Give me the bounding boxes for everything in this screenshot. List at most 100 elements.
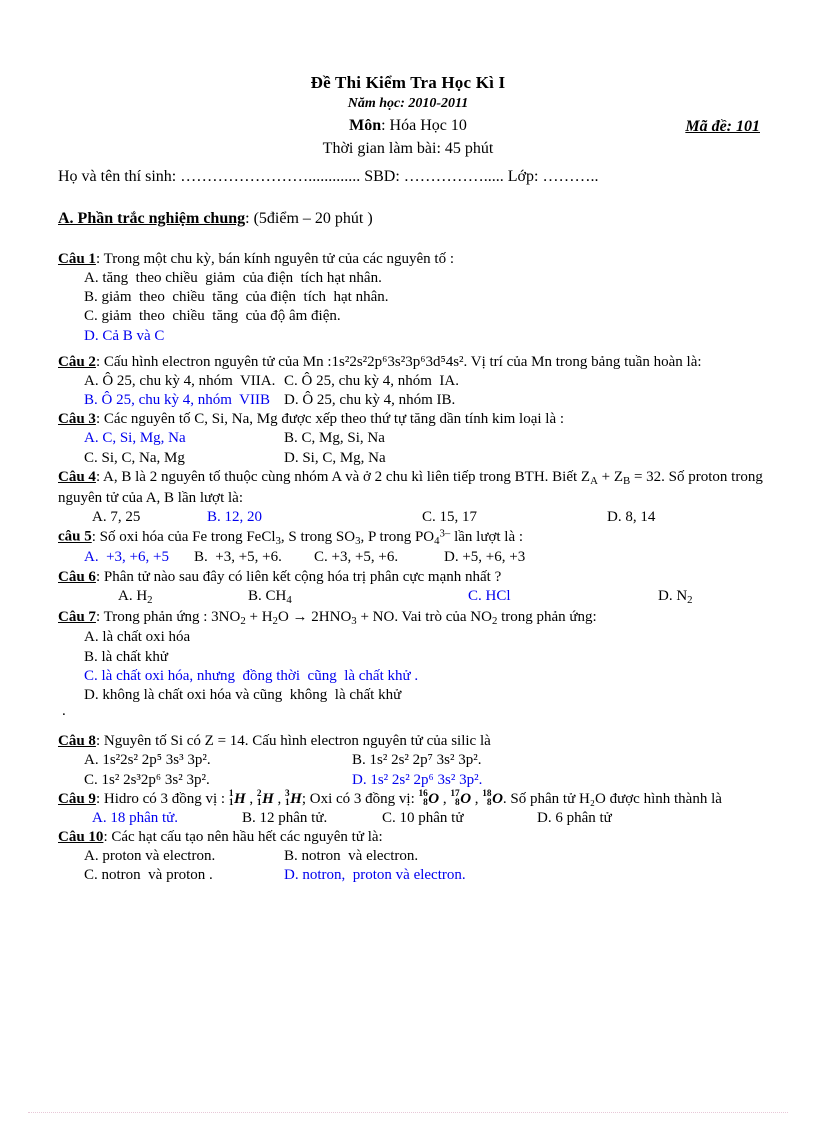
question-block: Câu 9: Hidro có 3 đồng vị : 11H , 21H , … <box>58 790 764 828</box>
question-stem-text: : Số oxi hóa của Fe trong FeCl3, S trong… <box>91 527 524 547</box>
question-label: Câu 6 <box>58 568 96 585</box>
answer-option[interactable]: D. +5, +6, +3 <box>444 548 525 567</box>
question-block: Câu 6: Phân tử nào sau đây có liên kết c… <box>58 568 764 608</box>
answer-option-row: A. +3, +6, +5 B. +3, +5, +6. C. +3, +5, +6… <box>84 548 764 567</box>
answer-option-row: A. proton và electron. B. notron và elect… <box>84 847 764 866</box>
question-stem-text: : Các hạt cấu tạo nên hầu hết các nguyên… <box>103 829 383 846</box>
answer-option[interactable]: A. tăng theo chiều giảm của điện tích hạ… <box>84 269 764 288</box>
question-stem: Câu 4: A, B là 2 nguyên tố thuộc cùng nh… <box>58 468 764 508</box>
answer-option[interactable]: B. +3, +5, +6. <box>194 548 314 567</box>
answer-option-row: A. C, Si, Mg, Na B. C, Mg, Si, Na <box>84 429 764 448</box>
footer-divider <box>28 1112 788 1113</box>
answer-option[interactable]: D. 1s² 2s² 2p⁶ 3s² 3p². <box>352 771 482 790</box>
question-label: Câu 3 <box>58 411 96 428</box>
question-label: Câu 10 <box>58 829 104 846</box>
answer-option-row: A. 7, 25 B. 12, 20 C. 15, 17 D. 8, 14 <box>92 508 764 527</box>
question-stem-text: : Trong phản ứng : 3NO2 + H2O → 2HNO3 + … <box>95 608 597 627</box>
question-block: câu 5: Số oxi hóa của Fe trong FeCl3, S … <box>58 527 764 568</box>
answer-option-row: C. Si, C, Na, Mg D. Si, C, Mg, Na <box>84 449 764 468</box>
question-label: Câu 2 <box>58 353 96 370</box>
question-stem: Câu 10: Các hạt cấu tạo nên hầu hết các … <box>58 828 764 847</box>
question-label: Câu 4 <box>58 468 96 485</box>
question-label: câu 5 <box>58 528 92 545</box>
answer-option[interactable]: C. 15, 17 <box>422 508 607 527</box>
answer-option[interactable]: B. C, Mg, Si, Na <box>284 429 385 448</box>
answer-option[interactable]: D. 8, 14 <box>607 508 655 527</box>
question-stem-text: : Hidro có 3 đồng vị : 11H , 21H , 3 1 H; … <box>95 789 722 809</box>
answer-option[interactable]: B. CH4 <box>248 587 468 608</box>
answer-option[interactable]: A. +3, +6, +5 <box>84 548 194 567</box>
answer-option[interactable]: C. notron và proton . <box>84 866 284 885</box>
question-stem-text: : Nguyên tố Si có Z = 14. Cấu hình elect… <box>95 733 491 750</box>
subject-row: Môn: Hóa Học 10 Mã đề: 101 <box>0 116 816 136</box>
question-stem: Câu 7: Trong phản ứng : 3NO2 + H2O → 2HN… <box>58 608 764 629</box>
answer-option-row: A. H2 B. CH4 C. HCl D. N2 <box>118 587 764 608</box>
question-label: Câu 8 <box>58 733 96 750</box>
answer-option[interactable]: C. +3, +5, +6. <box>314 548 444 567</box>
answer-option[interactable]: B. 12 phân tử. <box>242 809 382 828</box>
question-stem-text: : Phân tử nào sau đây có liên kết cộng h… <box>95 568 502 585</box>
exam-code: Mã đề: 101 <box>685 117 760 135</box>
section-header: A. Phần trắc nghiệm chung: (5điểm – 20 p… <box>58 210 816 228</box>
answer-option[interactable]: A. là chất oxi hóa <box>84 628 764 647</box>
answer-option[interactable]: A. 18 phân tử. <box>92 809 242 828</box>
answer-option-row: C. 1s² 2s³2p⁶ 3s² 3p². D. 1s² 2s² 2p⁶ 3s²… <box>84 771 764 790</box>
question-block: Câu 7: Trong phản ứng : 3NO2 + H2O → 2HN… <box>58 608 764 706</box>
question-block: Câu 8: Nguyên tố Si có Z = 14. Cấu hình … <box>58 732 764 790</box>
answer-option[interactable]: A. C, Si, Mg, Na <box>84 429 284 448</box>
question-stem-text: : Trong một chu kỳ, bán kính nguyên tử c… <box>95 250 455 267</box>
question-label: Câu 7 <box>58 608 96 625</box>
answer-option[interactable]: A. Ô 25, chu kỳ 4, nhóm VIIA. <box>84 372 284 391</box>
page-title: Đề Thi Kiểm Tra Học Kì I <box>310 73 506 92</box>
answer-option[interactable]: A. 1s²2s² 2p⁵ 3s³ 3p². <box>84 751 352 770</box>
answer-option[interactable]: A. 7, 25 <box>92 508 207 527</box>
exam-page: Đề Thi Kiểm Tra Học Kì I Năm học: 2010-2… <box>0 0 816 1123</box>
document-header: Đề Thi Kiểm Tra Học Kì I Năm học: 2010-2… <box>0 0 816 159</box>
answer-option[interactable]: B. là chất khử <box>84 648 764 667</box>
answer-option[interactable]: D. Cả B và C <box>84 327 764 346</box>
question-stem: câu 5: Số oxi hóa của Fe trong FeCl3, S … <box>58 527 764 548</box>
subject-label: Môn <box>349 116 382 134</box>
stray-dot: . <box>62 703 66 720</box>
question-block: Câu 1: Trong một chu kỳ, bán kính nguyên… <box>58 250 764 346</box>
answer-option[interactable]: B. notron và electron. <box>284 847 418 866</box>
answer-option[interactable]: A. H2 <box>118 587 248 608</box>
answer-option[interactable]: C. HCl <box>468 587 658 608</box>
answer-option[interactable]: B. 1s² 2s² 2p⁷ 3s² 3p². <box>352 751 482 770</box>
candidate-info-line: Họ và tên thí sinh: ……………………............… <box>58 167 599 185</box>
answer-option[interactable]: C. Ô 25, chu kỳ 4, nhóm IA. <box>284 372 459 391</box>
answer-option-row: B. Ô 25, chu kỳ 4, nhóm VIIB D. Ô 25, chu… <box>84 391 764 410</box>
question-stem: Câu 3: Các nguyên tố C, Si, Na, Mg được … <box>58 410 764 429</box>
school-year: Năm học: 2010-2011 <box>347 96 469 112</box>
answer-option[interactable]: D. notron, proton và electron. <box>284 866 466 885</box>
answer-option[interactable]: C. 10 phân tử <box>382 809 537 828</box>
answer-option[interactable]: D. Si, C, Mg, Na <box>284 449 386 468</box>
question-block: Câu 3: Các nguyên tố C, Si, Na, Mg được … <box>58 410 764 468</box>
answer-option[interactable]: B. 12, 20 <box>207 508 422 527</box>
answer-option[interactable]: C. Si, C, Na, Mg <box>84 449 284 468</box>
answer-option[interactable]: C. giảm theo chiều tăng của độ âm điện. <box>84 307 764 326</box>
answer-option[interactable]: D. Ô 25, chu kỳ 4, nhóm IB. <box>284 391 455 410</box>
subject-value: : Hóa Học 10 <box>381 116 467 134</box>
answer-option-row: A. Ô 25, chu kỳ 4, nhóm VIIA. C. Ô 25, ch… <box>84 372 764 391</box>
answer-option[interactable]: D. 6 phân tử <box>537 809 612 828</box>
question-label: Câu 9 <box>58 790 96 807</box>
question-stem-text: : Các nguyên tố C, Si, Na, Mg được xếp t… <box>95 411 565 428</box>
questions-list: Câu 1: Trong một chu kỳ, bán kính nguyên… <box>58 250 764 886</box>
question-stem-text: : A, B là 2 nguyên tố thuộc cùng nhóm A … <box>58 468 763 506</box>
question-label: Câu 1 <box>58 250 96 267</box>
section-meta: : (5điểm – 20 phút ) <box>245 209 373 227</box>
answer-option-row: A. 1s²2s² 2p⁵ 3s³ 3p². B. 1s² 2s² 2p⁷ 3s²… <box>84 751 764 770</box>
answer-option[interactable]: B. Ô 25, chu kỳ 4, nhóm VIIB <box>84 391 284 410</box>
answer-option[interactable]: C. 1s² 2s³2p⁶ 3s² 3p². <box>84 771 352 790</box>
answer-option[interactable]: A. proton và electron. <box>84 847 284 866</box>
answer-option-row: A. 18 phân tử. B. 12 phân tử. C. 10 phân t… <box>92 809 764 828</box>
question-stem: Câu 9: Hidro có 3 đồng vị : 11H , 21H , … <box>58 790 764 809</box>
question-stem: Câu 1: Trong một chu kỳ, bán kính nguyên… <box>58 250 764 269</box>
answer-option[interactable]: D. N2 <box>658 587 693 608</box>
answer-option[interactable]: B. giảm theo chiều tăng của điện tích hạ… <box>84 288 764 307</box>
answer-option[interactable]: C. là chất oxi hóa, nhưng đồng thời cũng… <box>84 667 764 686</box>
answer-option[interactable]: D. không là chất oxi hóa và cũng không l… <box>84 686 764 705</box>
